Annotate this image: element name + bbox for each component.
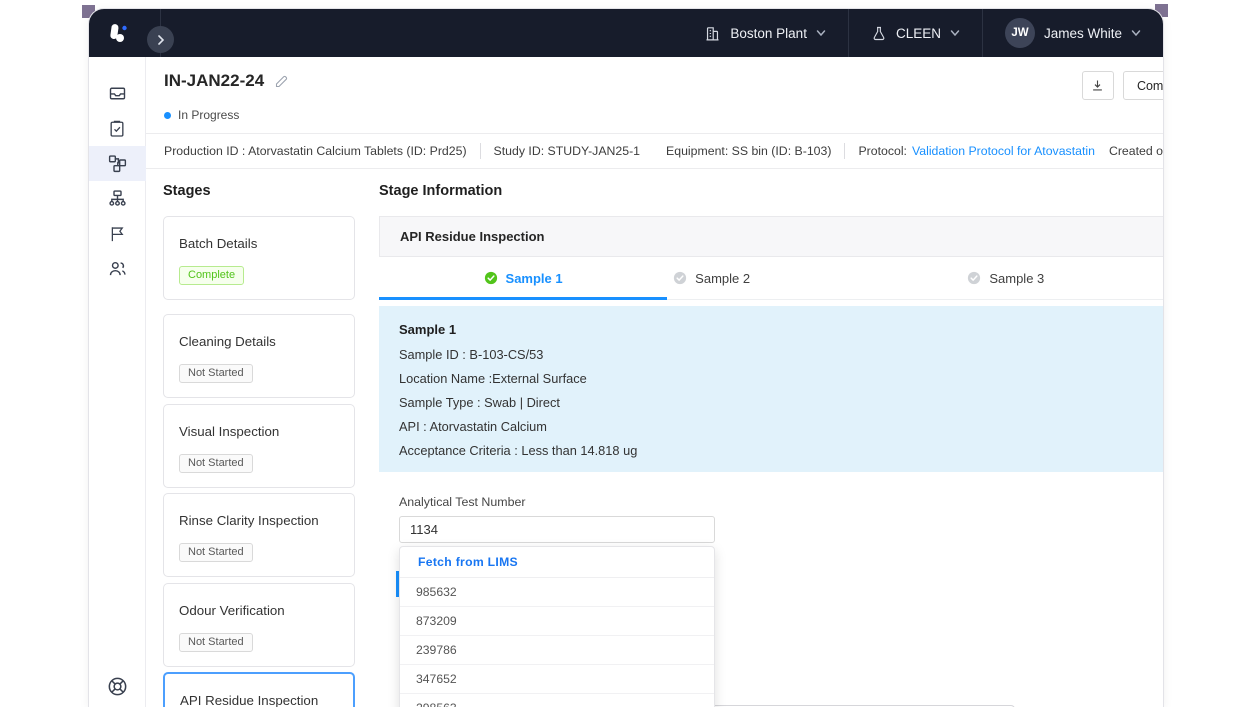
rail-tasks[interactable] — [89, 111, 146, 146]
stage-card-api-residue-selected[interactable]: API Residue Inspection Not Started — [163, 672, 355, 707]
status-dot — [164, 112, 171, 119]
stage-card-cleaning-details[interactable]: Cleaning Details Not Started — [163, 314, 355, 398]
sample-id: Sample ID : B-103-CS/53 — [399, 343, 1164, 367]
screen: Boston Plant CLEEN JW James Whi — [0, 0, 1254, 707]
rail-flags[interactable] — [89, 216, 146, 251]
sample-api: API : Atorvastatin Calcium — [399, 415, 1164, 439]
status-row: In Progress — [146, 100, 1164, 122]
tab-sample-1[interactable]: Sample 1 — [379, 257, 667, 299]
stage-card-title: Cleaning Details — [179, 334, 339, 349]
edit-title-button[interactable] — [274, 74, 289, 89]
dropdown-option[interactable]: 873209 — [400, 607, 714, 636]
info-separator — [844, 143, 845, 159]
stage-card-rinse-clarity[interactable]: Rinse Clarity Inspection Not Started — [163, 493, 355, 577]
stage-card-title: Visual Inspection — [179, 424, 339, 439]
fetch-from-lims-option[interactable]: Fetch from LIMS — [400, 547, 714, 578]
app-window: Boston Plant CLEEN JW James Whi — [88, 8, 1164, 707]
tab-label: Sample 3 — [989, 271, 1044, 286]
module-selector[interactable]: CLEEN — [849, 9, 982, 57]
protocol-label: Protocol: — [858, 144, 907, 158]
stage-information-panel: Stage Information API Residue Inspection… — [379, 169, 1164, 645]
info-separator — [480, 143, 481, 159]
sample-type: Sample Type : Swab | Direct — [399, 391, 1164, 415]
avatar: JW — [1005, 18, 1035, 48]
test-number-dropdown: Fetch from LIMS 985632 873209 239786 347… — [399, 546, 715, 707]
app-logo-icon — [105, 20, 131, 46]
lifebuoy-icon — [106, 675, 129, 698]
stages-heading: Stages — [163, 183, 211, 199]
plant-selector[interactable]: Boston Plant — [682, 9, 848, 57]
user-name: James White — [1044, 26, 1122, 41]
rail-hierarchy[interactable] — [89, 181, 146, 216]
dropdown-option[interactable]: 298563 — [400, 694, 714, 707]
created-on: Created on: 01/10/2025 11:41:39 — [1109, 144, 1164, 158]
module-name: CLEEN — [896, 26, 941, 41]
analytical-test-number-label: Analytical Test Number — [399, 495, 525, 509]
hierarchy-icon — [107, 188, 128, 209]
clipboard-check-icon — [107, 118, 127, 139]
sample-acceptance: Acceptance Criteria : Less than 14.818 u… — [399, 439, 1164, 463]
rail-users[interactable] — [89, 251, 146, 286]
rail-inbox[interactable] — [89, 76, 146, 111]
page-title-row: IN-JAN22-24 — [164, 71, 289, 91]
flask-icon — [871, 25, 887, 42]
status-badge: Not Started — [179, 543, 253, 562]
download-button[interactable] — [1082, 71, 1114, 100]
workflow-icon — [107, 153, 128, 174]
tab-label: Sample 1 — [506, 271, 563, 286]
stage-card-odour-verification[interactable]: Odour Verification Not Started — [163, 583, 355, 667]
plant-name: Boston Plant — [730, 26, 807, 41]
status-badge: Complete — [179, 266, 244, 285]
sample-location: Location Name :External Surface — [399, 367, 1164, 391]
stage-card-title: Odour Verification — [179, 603, 339, 618]
check-circle-icon — [484, 271, 498, 285]
dropdown-option[interactable]: 985632 — [400, 578, 714, 607]
analytical-test-number-input[interactable] — [399, 516, 715, 543]
production-id: Production ID : Atorvastatin Calcium Tab… — [164, 144, 467, 158]
inbox-icon — [107, 83, 128, 104]
stage-card-title: API Residue Inspection — [180, 693, 338, 707]
tab-sample-3[interactable]: Sample 3 — [961, 257, 1164, 299]
sample-title: Sample 1 — [399, 322, 1164, 337]
top-header: Boston Plant CLEEN JW James Whi — [89, 9, 1163, 57]
stage-card-batch-details[interactable]: Batch Details Complete — [163, 216, 355, 300]
sidebar-expand-button[interactable] — [147, 26, 174, 53]
complete-with-exception-button[interactable]: Complete with Exception — [1123, 71, 1164, 100]
rail-workflows[interactable] — [89, 146, 146, 181]
stage-card-title: Batch Details — [179, 236, 339, 251]
user-menu[interactable]: JW James White — [983, 9, 1163, 57]
status-badge: Not Started — [179, 633, 253, 652]
stage-information-heading: Stage Information — [379, 183, 502, 199]
equipment-id: Equipment: SS bin (ID: B-103) — [666, 144, 831, 158]
protocol-link[interactable]: Validation Protocol for Atovastatin — [912, 144, 1095, 158]
check-circle-icon — [967, 271, 981, 285]
panel-title: API Residue Inspection — [379, 216, 1164, 257]
stages-panel: Stages Batch Details Complete Cleaning D… — [163, 169, 355, 645]
dropdown-option[interactable]: 239786 — [400, 636, 714, 665]
building-icon — [704, 25, 721, 42]
logo-zone — [89, 9, 161, 57]
record-id: IN-JAN22-24 — [164, 71, 264, 91]
flag-icon — [108, 224, 127, 244]
study-id: Study ID: STUDY-JAN25-1 — [494, 144, 640, 158]
users-icon — [107, 258, 128, 279]
icon-rail — [89, 57, 146, 707]
status-text: In Progress — [178, 108, 239, 122]
sample-details-box: Sample 1 Sample ID : B-103-CS/53 Locatio… — [379, 306, 1164, 472]
stage-card-visual-inspection[interactable]: Visual Inspection Not Started — [163, 404, 355, 488]
status-badge: Not Started — [179, 364, 253, 383]
rail-help[interactable] — [89, 675, 146, 698]
check-circle-icon — [673, 271, 687, 285]
status-badge: Not Started — [179, 454, 253, 473]
tab-sample-2[interactable]: Sample 2 — [667, 257, 961, 299]
sample-tabs: Sample 1 Sample 2 — [379, 257, 1164, 300]
record-info-bar: Production ID : Atorvastatin Calcium Tab… — [146, 133, 1164, 169]
stage-card-title: Rinse Clarity Inspection — [179, 513, 339, 528]
tab-label: Sample 2 — [695, 271, 750, 286]
dropdown-option[interactable]: 347652 — [400, 665, 714, 694]
